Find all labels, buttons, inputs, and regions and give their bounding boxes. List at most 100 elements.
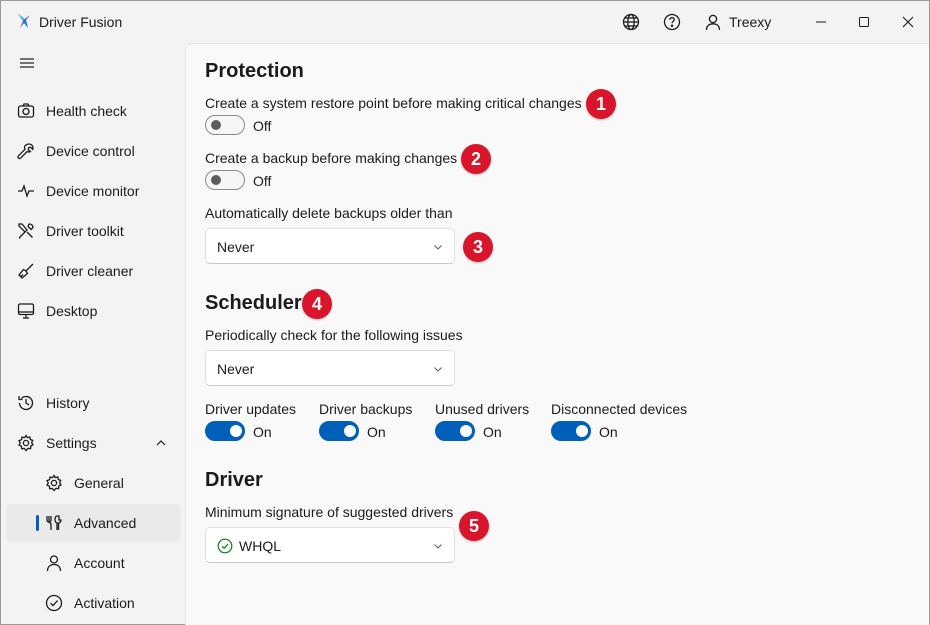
driver-backups-label: Driver backups [319, 401, 413, 417]
sidebar-item-label: History [46, 395, 90, 411]
chevron-up-icon[interactable] [154, 436, 168, 450]
gear-icon [46, 474, 62, 492]
sidebar: Health check Device control Device monit… [1, 43, 185, 625]
maximize-icon [859, 17, 869, 27]
callout-badge-1: 1 [586, 89, 616, 119]
pulse-icon [18, 184, 34, 198]
scheduler-label: Periodically check for the following iss… [205, 327, 463, 343]
menu-toggle-button[interactable] [15, 53, 39, 73]
tools-icon [46, 515, 62, 530]
check-circle-icon [217, 538, 233, 554]
toggle-knob [576, 425, 588, 437]
restore-point-toggle[interactable] [205, 115, 245, 135]
signature-value: WHQL [239, 538, 281, 554]
sidebar-item-health-check[interactable]: Health check [6, 92, 181, 130]
toggle-knob [460, 425, 472, 437]
callout-badge-4: 4 [302, 289, 332, 319]
sidebar-item-label: Settings [46, 435, 97, 451]
scheduler-heading: Scheduler [205, 292, 302, 314]
sidebar-item-label: Device control [46, 143, 135, 159]
sidebar-item-advanced[interactable]: Advanced [6, 504, 181, 542]
driver-backups-state: On [367, 424, 386, 440]
app-title: Driver Fusion [39, 14, 123, 30]
sidebar-item-driver-cleaner[interactable]: Driver cleaner [6, 252, 181, 290]
help-question-icon[interactable] [662, 12, 682, 32]
hamburger-menu-icon [20, 58, 34, 68]
chevron-down-icon [434, 544, 442, 549]
disconnected-devices-toggle[interactable] [551, 421, 591, 441]
sidebar-item-label: Health check [46, 103, 127, 119]
selection-indicator [36, 515, 39, 531]
sidebar-item-label: Desktop [46, 303, 98, 319]
sidebar-item-device-control[interactable]: Device control [6, 132, 181, 170]
auto-delete-label: Automatically delete backups older than [205, 205, 453, 221]
backup-toggle[interactable] [205, 170, 245, 190]
toggle-knob [211, 120, 221, 130]
driver-fusion-logo-icon [18, 14, 30, 28]
sidebar-item-label: Driver cleaner [46, 263, 134, 279]
restore-point-label: Create a system restore point before mak… [205, 95, 582, 111]
camera-icon [17, 103, 35, 118]
sidebar-item-label: General [74, 475, 124, 491]
broom-icon [18, 263, 34, 279]
user-name[interactable]: Treexy [729, 14, 771, 30]
callout-badge-3: 3 [463, 232, 493, 262]
sidebar-item-label: Activation [74, 595, 135, 611]
close-icon [902, 16, 914, 28]
toggle-knob [211, 175, 221, 185]
chevron-down-icon [434, 367, 442, 372]
sidebar-item-desktop[interactable]: Desktop [6, 292, 181, 330]
user-account-icon[interactable] [703, 12, 723, 32]
scheduler-value: Never [217, 361, 255, 377]
maximize-button[interactable] [841, 1, 887, 43]
driver-updates-state: On [253, 424, 272, 440]
history-icon [18, 395, 34, 411]
sidebar-item-label: Device monitor [46, 183, 140, 199]
sidebar-item-label: Driver toolkit [46, 223, 124, 239]
driver-backups-toggle[interactable] [319, 421, 359, 441]
wrench-icon [17, 143, 34, 160]
chevron-down-icon [434, 245, 442, 250]
sidebar-item-general[interactable]: General [6, 464, 181, 502]
sidebar-item-account[interactable]: Account [6, 544, 181, 582]
sidebar-item-label: Account [74, 555, 125, 571]
disconnected-devices-state: On [599, 424, 618, 440]
backup-state: Off [253, 173, 272, 189]
callout-badge-2: 2 [461, 144, 491, 174]
toggle-knob [344, 425, 356, 437]
driver-updates-label: Driver updates [205, 401, 297, 417]
sidebar-item-driver-toolkit[interactable]: Driver toolkit [6, 212, 181, 250]
tools-icon [18, 223, 34, 239]
disconnected-devices-label: Disconnected devices [551, 401, 688, 417]
driver-heading: Driver [205, 469, 263, 491]
callout-badge-5: 5 [459, 511, 489, 541]
sidebar-item-label: Advanced [74, 515, 137, 531]
settings-content: Protection Create a system restore point… [185, 43, 929, 625]
language-globe-icon[interactable] [621, 12, 641, 32]
sidebar-item-history[interactable]: History [6, 384, 181, 422]
gear-icon [18, 434, 34, 452]
toggle-knob [230, 425, 242, 437]
restore-point-state: Off [253, 118, 272, 134]
sidebar-item-settings[interactable]: Settings [6, 424, 181, 462]
minimize-button[interactable] [798, 1, 844, 43]
close-button[interactable] [885, 1, 930, 43]
person-icon [46, 555, 62, 572]
sidebar-item-activation[interactable]: Activation [6, 584, 181, 622]
monitor-icon [17, 303, 35, 319]
protection-heading: Protection [205, 60, 304, 82]
minimize-icon [816, 21, 826, 23]
title-bar: Driver Fusion Treexy [1, 1, 929, 43]
unused-drivers-state: On [483, 424, 502, 440]
auto-delete-dropdown[interactable]: Never [205, 228, 455, 264]
sidebar-item-device-monitor[interactable]: Device monitor [6, 172, 181, 210]
unused-drivers-toggle[interactable] [435, 421, 475, 441]
check-circle-icon [45, 594, 63, 612]
unused-drivers-label: Unused drivers [435, 401, 530, 417]
driver-updates-toggle[interactable] [205, 421, 245, 441]
app-window: Driver Fusion Treexy Health check Device… [0, 0, 930, 625]
backup-label: Create a backup before making changes [205, 150, 458, 166]
auto-delete-value: Never [217, 239, 255, 255]
signature-dropdown[interactable]: WHQL [205, 527, 455, 563]
scheduler-dropdown[interactable]: Never [205, 350, 455, 386]
